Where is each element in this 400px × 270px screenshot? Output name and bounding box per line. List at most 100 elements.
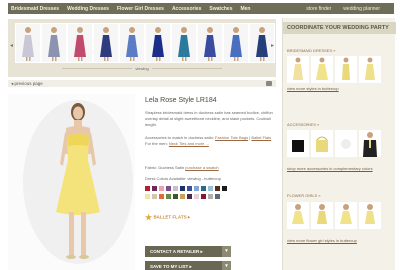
color-swatch[interactable] bbox=[173, 186, 178, 191]
contact-retailer-button[interactable]: CONTACT A RETAILER ▸ ▾ bbox=[145, 246, 231, 257]
flower-girl-thumb-2[interactable] bbox=[311, 202, 333, 229]
product-description: Strapless bridesmaid dress in duchess sa… bbox=[145, 110, 273, 127]
purchase-swatch-link[interactable]: purchase a swatch bbox=[185, 165, 218, 170]
more-bridesmaid-styles-link[interactable]: view more styles in buttercup bbox=[287, 86, 339, 91]
color-swatch[interactable] bbox=[222, 186, 227, 191]
next-arrow-icon[interactable]: ▸ bbox=[270, 35, 275, 55]
accessory-thumb-4[interactable] bbox=[359, 130, 381, 157]
nav-store-finder[interactable]: store finder bbox=[306, 6, 331, 12]
dress-thumbnail[interactable] bbox=[67, 23, 93, 63]
dress-thumbnail[interactable] bbox=[171, 23, 197, 63]
nav-wedding-planner[interactable]: wedding planner bbox=[343, 6, 380, 12]
dress-thumbnail[interactable] bbox=[223, 23, 249, 63]
dress-thumbnail[interactable] bbox=[15, 23, 41, 63]
men-intro: For the men: bbox=[145, 141, 168, 146]
color-swatch[interactable] bbox=[145, 194, 150, 199]
previous-page-link[interactable]: ◂ previous page bbox=[11, 81, 43, 87]
bridesmaid-section-title[interactable]: BRIDESMAID DRESSES » bbox=[287, 48, 335, 53]
color-swatch[interactable] bbox=[208, 186, 213, 191]
more-flower-girl-styles-link[interactable]: view more flower girl styles in buttercu… bbox=[287, 238, 357, 243]
color-swatch[interactable] bbox=[201, 186, 206, 191]
color-swatch[interactable] bbox=[180, 194, 185, 199]
neck-ties-link[interactable]: Neck Ties and more ... bbox=[169, 141, 209, 146]
bridesmaid-thumb-2[interactable] bbox=[311, 56, 333, 83]
nav-men[interactable]: Men bbox=[240, 6, 250, 12]
dress-figure-icon bbox=[365, 204, 375, 224]
color-swatch[interactable] bbox=[152, 194, 157, 199]
color-swatch[interactable] bbox=[187, 194, 192, 199]
ballet-flats-link[interactable]: Ballet Flats bbox=[251, 135, 271, 140]
dress-figure-icon bbox=[292, 204, 304, 224]
dress-thumbnail[interactable] bbox=[119, 23, 145, 63]
color-swatch[interactable] bbox=[152, 186, 157, 191]
dress-thumbnail[interactable] bbox=[41, 23, 67, 63]
contact-retailer-label: CONTACT A RETAILER ▸ bbox=[150, 249, 203, 254]
color-swatch[interactable] bbox=[173, 194, 178, 199]
color-swatch[interactable] bbox=[201, 194, 206, 199]
viewing-indicator: viewing bbox=[8, 66, 276, 71]
bridesmaid-thumb-1[interactable] bbox=[287, 56, 309, 83]
chevron-down-icon: ▾ bbox=[222, 261, 231, 270]
dress-figure-icon bbox=[317, 204, 327, 224]
dress-figure-icon bbox=[152, 27, 164, 61]
dress-thumbnail[interactable] bbox=[197, 23, 223, 63]
color-swatch[interactable] bbox=[194, 194, 199, 199]
flower-girl-thumb-3[interactable] bbox=[335, 202, 357, 229]
flower-girl-thumb-1[interactable] bbox=[287, 202, 309, 229]
nav-accessories[interactable]: Accessories bbox=[172, 6, 201, 12]
color-swatch[interactable] bbox=[159, 186, 164, 191]
star-icon: ★ bbox=[145, 213, 153, 222]
dress-figure-icon bbox=[100, 27, 112, 61]
product-title: Lela Rose Style LR184 bbox=[145, 97, 217, 104]
dress-figure-icon bbox=[22, 27, 34, 61]
viewing-label: viewing bbox=[135, 66, 149, 71]
dress-figure-icon bbox=[178, 27, 190, 61]
prev-arrow-icon[interactable]: ◂ bbox=[9, 35, 14, 55]
pearl-necklace-icon bbox=[341, 139, 351, 149]
fashion-tote-bags-link[interactable]: Fashion Tote Bags bbox=[215, 135, 248, 140]
bridesmaid-thumb-4[interactable] bbox=[359, 56, 381, 83]
model-in-dress-illustration bbox=[23, 100, 133, 264]
acc-intro: Accessories to match in duchess satin: bbox=[145, 135, 214, 140]
color-swatch[interactable] bbox=[194, 186, 199, 191]
previous-page-bar: ◂ previous page bbox=[8, 80, 276, 87]
handbag-icon bbox=[292, 140, 304, 152]
dress-figure-icon bbox=[365, 57, 375, 80]
accessory-thumb-3[interactable] bbox=[335, 130, 357, 157]
color-swatch[interactable] bbox=[208, 194, 213, 199]
ballet-flats-label: BALLET FLATS ▸ bbox=[153, 214, 191, 220]
dress-thumbnail-strip: ◂ ▸ viewing bbox=[8, 19, 276, 77]
save-to-list-button[interactable]: SAVE TO MY LIST ▸ ▾ bbox=[145, 261, 231, 270]
ballet-flats-promo[interactable]: ★ BALLET FLATS ▸ bbox=[145, 213, 190, 222]
print-icon[interactable] bbox=[266, 81, 272, 86]
color-swatch[interactable] bbox=[187, 186, 192, 191]
more-accessories-link[interactable]: shop more accessories in complementary c… bbox=[287, 166, 373, 171]
accessory-thumb-2[interactable] bbox=[311, 130, 333, 157]
nav-wedding-dresses[interactable]: Wedding Dresses bbox=[67, 6, 109, 12]
dress-thumbnail[interactable] bbox=[145, 23, 171, 63]
flower-girl-thumb-4[interactable] bbox=[359, 202, 381, 229]
color-swatch[interactable] bbox=[215, 194, 220, 199]
flower-girls-section-title[interactable]: FLOWER GIRLS » bbox=[287, 193, 321, 198]
nav-flower-girl-dresses[interactable]: Flower Girl Dresses bbox=[117, 6, 164, 12]
color-swatch[interactable] bbox=[166, 186, 171, 191]
save-to-list-label: SAVE TO MY LIST ▸ bbox=[150, 264, 192, 269]
dress-colors-label: Dress Colors Available: viewing - butter… bbox=[145, 176, 221, 181]
dress-figure-icon bbox=[48, 27, 60, 61]
bridesmaid-thumb-3[interactable] bbox=[335, 56, 357, 83]
color-swatch[interactable] bbox=[145, 186, 150, 191]
color-swatch[interactable] bbox=[159, 194, 164, 199]
dress-figure-icon bbox=[342, 57, 350, 80]
nav-swatches[interactable]: Swatches bbox=[209, 6, 232, 12]
color-swatch[interactable] bbox=[180, 186, 185, 191]
color-swatch[interactable] bbox=[215, 186, 220, 191]
accessories-section-title[interactable]: ACCESSORIES » bbox=[287, 122, 319, 127]
color-swatch[interactable] bbox=[166, 194, 171, 199]
nav-bridesmaid-dresses[interactable]: Bridesmaid Dresses bbox=[11, 6, 59, 12]
dress-figure-icon bbox=[340, 204, 352, 224]
accessory-thumb-1[interactable] bbox=[287, 130, 309, 157]
dress-main-image bbox=[8, 94, 135, 270]
sidebar-heading: COORDINATE YOUR WEDDING PARTY bbox=[283, 22, 396, 34]
dress-thumbnail[interactable] bbox=[93, 23, 119, 63]
dress-figure-icon bbox=[204, 27, 216, 61]
